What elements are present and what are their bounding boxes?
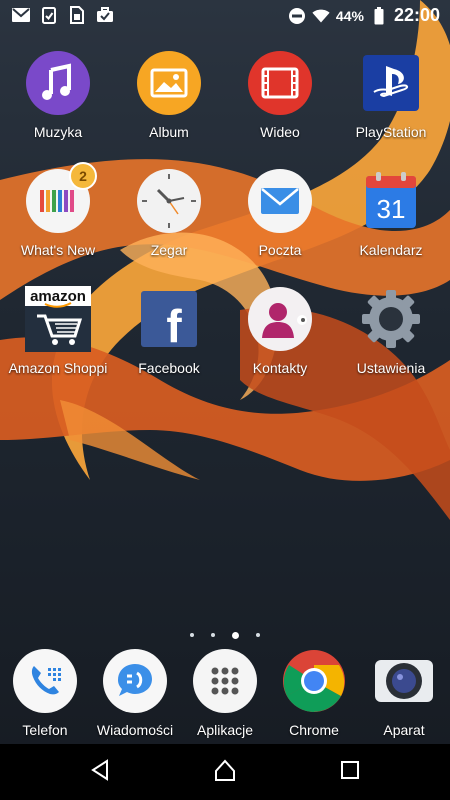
do-not-disturb-icon	[288, 7, 306, 25]
app-kontakty[interactable]: Kontakty	[224, 286, 336, 376]
app-poczta[interactable]: Poczta	[224, 168, 336, 258]
app-label: Kalendarz	[359, 242, 423, 258]
status-bar: 44% 22:00	[0, 0, 450, 32]
app-amazon[interactable]: amazon Amazon Shoppi	[2, 286, 114, 376]
app-playstation[interactable]: PlayStation	[335, 50, 447, 140]
app-drawer-icon	[192, 648, 258, 714]
app-kalendarz[interactable]: 31 Kalendarz	[335, 168, 447, 258]
app-album[interactable]: Album	[113, 50, 225, 140]
calendar-date: 31	[377, 194, 406, 224]
clock-time: 22:00	[393, 5, 440, 25]
app-label: Muzyka	[33, 124, 83, 140]
app-muzyka[interactable]: Muzyka	[2, 50, 114, 140]
messages-icon	[102, 648, 168, 714]
system-icons: 44% 22:00	[288, 5, 440, 26]
playstation-icon	[358, 50, 424, 116]
app-label: Facebook	[138, 360, 200, 376]
app-wideo[interactable]: Wideo	[224, 50, 336, 140]
home-button[interactable]	[209, 756, 241, 788]
video-icon	[247, 50, 313, 116]
app-label: Aparat	[383, 722, 425, 738]
album-icon	[136, 50, 202, 116]
recents-icon	[340, 760, 360, 785]
back-icon	[89, 758, 111, 786]
app-label: Album	[149, 124, 189, 140]
notification-icons	[12, 6, 114, 24]
mail-icon	[247, 168, 313, 234]
app-label: PlayStation	[355, 124, 427, 140]
settings-icon	[358, 286, 424, 352]
back-button[interactable]	[84, 756, 116, 788]
app-label: What's New	[20, 242, 96, 258]
battery-percent: 44%	[335, 7, 364, 24]
page-dot	[256, 633, 260, 637]
phone-icon	[12, 648, 78, 714]
whats-new-icon: 2	[25, 162, 97, 234]
battery-icon	[370, 6, 388, 25]
navigation-bar	[0, 744, 450, 800]
facebook-icon: f	[136, 286, 202, 352]
app-label: Amazon Shoppi	[8, 360, 108, 376]
camera-icon	[371, 648, 437, 714]
sim-notification-icon	[68, 6, 86, 24]
page-indicator	[190, 629, 260, 641]
app-label: Ustawienia	[356, 360, 426, 376]
facebook-glyph: f	[166, 300, 182, 352]
app-label: Zegar	[150, 242, 188, 258]
dock: Telefon Wiadomości Aplikacje Chrome Apar…	[0, 648, 450, 744]
page-dot	[190, 633, 194, 637]
clock-icon	[136, 168, 202, 234]
app-facebook[interactable]: f Facebook	[113, 286, 225, 376]
app-label: Poczta	[258, 242, 302, 258]
amazon-wordmark: amazon	[30, 288, 86, 305]
contacts-icon	[247, 286, 313, 352]
calendar-icon: 31	[358, 168, 424, 234]
wifi-icon	[312, 7, 330, 25]
recents-button[interactable]	[334, 756, 366, 788]
amazon-icon: amazon	[25, 286, 91, 352]
app-zegar[interactable]: Zegar	[113, 168, 225, 258]
clipboard-check-icon	[40, 6, 58, 24]
app-label: Wideo	[260, 124, 300, 140]
app-ustawienia[interactable]: Ustawienia	[335, 286, 447, 376]
notification-badge: 2	[69, 162, 97, 190]
music-icon	[25, 50, 91, 116]
gmail-icon	[12, 6, 30, 24]
chrome-icon	[281, 648, 347, 714]
page-dot-active	[232, 631, 239, 639]
briefcase-check-icon	[96, 6, 114, 24]
dock-aparat[interactable]: Aparat	[348, 648, 450, 738]
app-whats-new[interactable]: 2 What's New	[2, 162, 114, 258]
home-icon	[213, 758, 237, 787]
app-label: Kontakty	[252, 360, 308, 376]
page-dot	[211, 633, 215, 637]
